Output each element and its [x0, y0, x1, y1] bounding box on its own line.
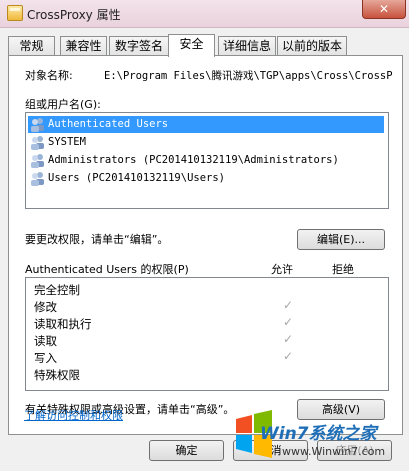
security-panel: 对象名称: E:\Program Files\腾讯游戏\TGP\apps\Cro… [8, 55, 403, 435]
groups-list[interactable]: Authenticated Users SYSTEM Administrator… [25, 112, 389, 209]
allow-column-header: 允许 [271, 263, 293, 276]
tab-security[interactable]: 安全 [168, 34, 215, 57]
group-name: Administrators (PC201410132119\Administr… [48, 154, 339, 166]
permission-name: 写入 [34, 351, 57, 365]
permissions-header: Authenticated Users 的权限(P) [25, 263, 189, 276]
allow-check: ✓ [283, 315, 294, 329]
permission-row: 读取和执行 [34, 315, 92, 333]
close-button[interactable]: ✕ [362, 0, 406, 19]
list-item[interactable]: Users (PC201410132119\Users) [28, 170, 384, 187]
list-item[interactable]: SYSTEM [28, 134, 384, 151]
watermark-url: www.Winwin7.com [282, 445, 386, 458]
allow-check: ✓ [283, 349, 294, 363]
group-name: SYSTEM [48, 136, 86, 148]
list-item[interactable]: Authenticated Users [28, 116, 384, 133]
watermark-brand: Win7系统之家 [260, 424, 377, 444]
permission-row: 特殊权限 [34, 366, 80, 384]
watermark: Win7系统之家 www.Winwin7.com [222, 405, 406, 469]
learn-access-control-link[interactable]: 了解访问控制和权限 [24, 407, 123, 423]
allow-check: ✓ [283, 298, 294, 312]
title-bar[interactable]: CrossProxy 属性 ✕ [0, 0, 409, 28]
change-hint: 要更改权限，请单击“编辑”。 [25, 233, 169, 246]
permission-name: 完全控制 [34, 283, 80, 297]
permission-row: 写入 [34, 349, 57, 367]
permission-row: 完全控制 [34, 281, 80, 299]
tab-details[interactable]: 详细信息 [218, 36, 276, 56]
users-icon [31, 136, 44, 150]
permission-name: 读取 [34, 334, 57, 348]
allow-check: ✓ [283, 332, 294, 346]
permission-row: 读取 [34, 332, 57, 350]
permission-name: 特殊权限 [34, 368, 80, 382]
tab-strip: 常规 兼容性 数字签名 安全 详细信息 以前的版本 [8, 34, 403, 57]
window-title: CrossProxy 属性 [27, 8, 121, 22]
permissions-list[interactable]: 完全控制 修改 ✓ 读取和执行 ✓ 读取 ✓ 写入 ✓ 特殊权限 [25, 277, 389, 391]
group-name: Users (PC201410132119\Users) [48, 172, 226, 184]
users-icon [31, 118, 44, 132]
tab-digital-signatures[interactable]: 数字签名 [109, 36, 169, 56]
users-icon [31, 172, 44, 186]
list-item[interactable]: Administrators (PC201410132119\Administr… [28, 152, 384, 169]
ok-button[interactable]: 确定 [149, 440, 224, 461]
users-icon [31, 154, 44, 168]
permission-name: 修改 [34, 300, 57, 314]
tab-previous-versions[interactable]: 以前的版本 [277, 36, 347, 56]
folder-icon [7, 5, 23, 21]
object-path: E:\Program Files\腾讯游戏\TGP\apps\Cross\Cro… [104, 70, 393, 82]
edit-button[interactable]: 编辑(E)... [297, 229, 385, 250]
permission-name: 读取和执行 [34, 317, 92, 331]
tab-general[interactable]: 常规 [8, 36, 55, 56]
tab-compatibility[interactable]: 兼容性 [60, 36, 107, 56]
group-name: Authenticated Users [48, 118, 169, 130]
object-name-label: 对象名称: [25, 69, 73, 82]
groups-label: 组或用户名(G): [25, 98, 101, 111]
deny-column-header: 拒绝 [332, 263, 354, 276]
permission-row: 修改 [34, 298, 57, 316]
